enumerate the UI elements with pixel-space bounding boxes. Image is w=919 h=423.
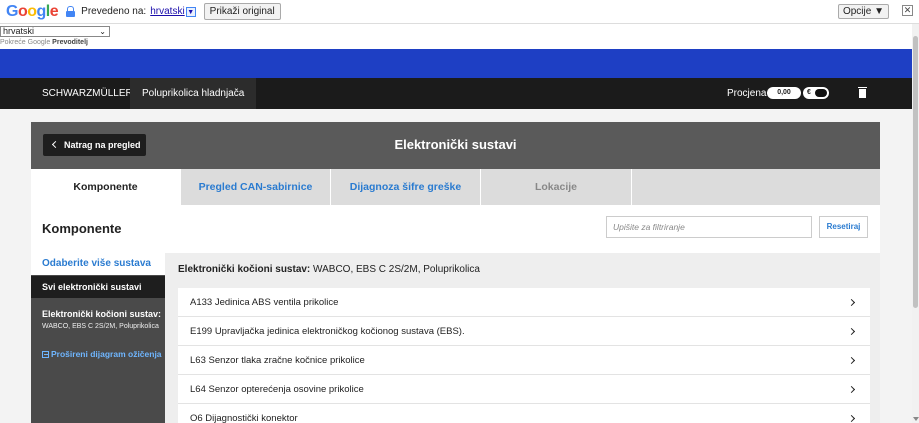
estimate-label: Procjena	[727, 88, 767, 99]
options-button[interactable]: Opcije ▼	[837, 4, 889, 19]
page-scrollbar[interactable]	[912, 24, 919, 423]
diagram-icon	[42, 351, 49, 358]
tab-locations[interactable]: Lokacije	[481, 169, 632, 205]
chevron-down-icon: ⌄	[99, 27, 106, 36]
translated-to-label: Prevedeno na:	[81, 6, 147, 17]
powered-by: Pokreće Google Prevoditelj	[0, 39, 88, 46]
sidebar-item-all-systems[interactable]: Svi elektronički sustavi	[31, 276, 165, 298]
sidebar-item-brake-system[interactable]: Elektronički kočioni sustav:	[42, 309, 161, 319]
chevron-right-icon	[847, 414, 856, 423]
systems-sidebar: Odaberite više sustava Svi elektronički …	[31, 253, 165, 423]
scroll-down-icon[interactable]	[913, 417, 919, 421]
lock-icon	[66, 6, 76, 17]
trash-icon[interactable]	[858, 87, 867, 98]
tab-error-code[interactable]: Dijagnoza šifre greške	[331, 169, 481, 205]
chevron-right-icon	[847, 385, 856, 394]
components-content: Elektronički kočioni sustav: WABCO, EBS …	[165, 253, 880, 423]
language-area: hrvatski ⌄ Pokreće Google Prevoditelj	[0, 25, 919, 49]
list-item[interactable]: E199 Upravljačka jedinica elektroničkog …	[178, 317, 870, 346]
select-multiple-systems[interactable]: Odaberite više sustava	[31, 253, 165, 275]
model-name[interactable]: Poluprikolica hladnjača	[130, 78, 257, 109]
system-heading: Elektronički kočioni sustav: WABCO, EBS …	[178, 264, 480, 275]
list-item[interactable]: A133 Jedinica ABS ventila prikolice	[178, 288, 870, 317]
language-select-value: hrvatski	[3, 26, 35, 36]
reset-button[interactable]: Resetiraj	[819, 216, 868, 238]
chevron-right-icon	[847, 327, 856, 336]
header-band	[0, 49, 912, 78]
list-item[interactable]: L64 Senzor opterećenja osovine prikolice	[178, 375, 870, 404]
chevron-right-icon	[847, 298, 856, 307]
filter-input[interactable]: Upišite za filtriranje	[606, 216, 812, 238]
translate-bar: Google Prevedeno na: hrvatski ▼ Prikaži …	[0, 0, 919, 24]
tab-bar: Komponente Pregled CAN-sabirnice Dijagno…	[31, 169, 880, 205]
google-small-logo: Google	[27, 39, 51, 46]
extended-diagram-link[interactable]: Prošireni dijagram ožičenja	[42, 349, 162, 359]
panel-title: Komponente	[42, 221, 122, 236]
list-item[interactable]: L63 Senzor tlaka zračne kočnice prikolic…	[178, 346, 870, 375]
tab-components[interactable]: Komponente	[31, 169, 181, 205]
page-title: Elektronički sustavi	[394, 137, 517, 152]
components-panel: Komponente Upišite za filtriranje Reseti…	[31, 205, 880, 423]
card-header: Natrag na pregled Elektronički sustavi	[31, 122, 880, 169]
currency-toggle[interactable]: €	[803, 87, 829, 99]
tab-can-bus[interactable]: Pregled CAN-sabirnice	[181, 169, 331, 205]
close-icon[interactable]: ✕	[902, 5, 913, 16]
scrollbar-thumb[interactable]	[913, 36, 918, 308]
top-nav: SCHWARZMÜLLER Poluprikolica hladnjača Pr…	[0, 78, 912, 109]
show-original-button[interactable]: Prikaži original	[203, 3, 281, 20]
google-logo[interactable]: Google	[6, 3, 59, 21]
language-dropdown-icon[interactable]: ▼	[185, 6, 196, 17]
component-list: A133 Jedinica ABS ventila prikolice E199…	[178, 288, 870, 423]
list-item[interactable]: O6 Dijagnostički konektor	[178, 404, 870, 423]
estimate-value: 0,00	[767, 87, 801, 99]
language-link[interactable]: hrvatski	[150, 6, 184, 17]
chevron-right-icon	[847, 356, 856, 365]
language-select[interactable]: hrvatski ⌄	[0, 26, 110, 37]
brand-name[interactable]: SCHWARZMÜLLER	[42, 88, 133, 99]
sidebar-item-brake-system-detail: WABCO, EBS C 2S/2M, Poluprikolica	[42, 323, 159, 330]
